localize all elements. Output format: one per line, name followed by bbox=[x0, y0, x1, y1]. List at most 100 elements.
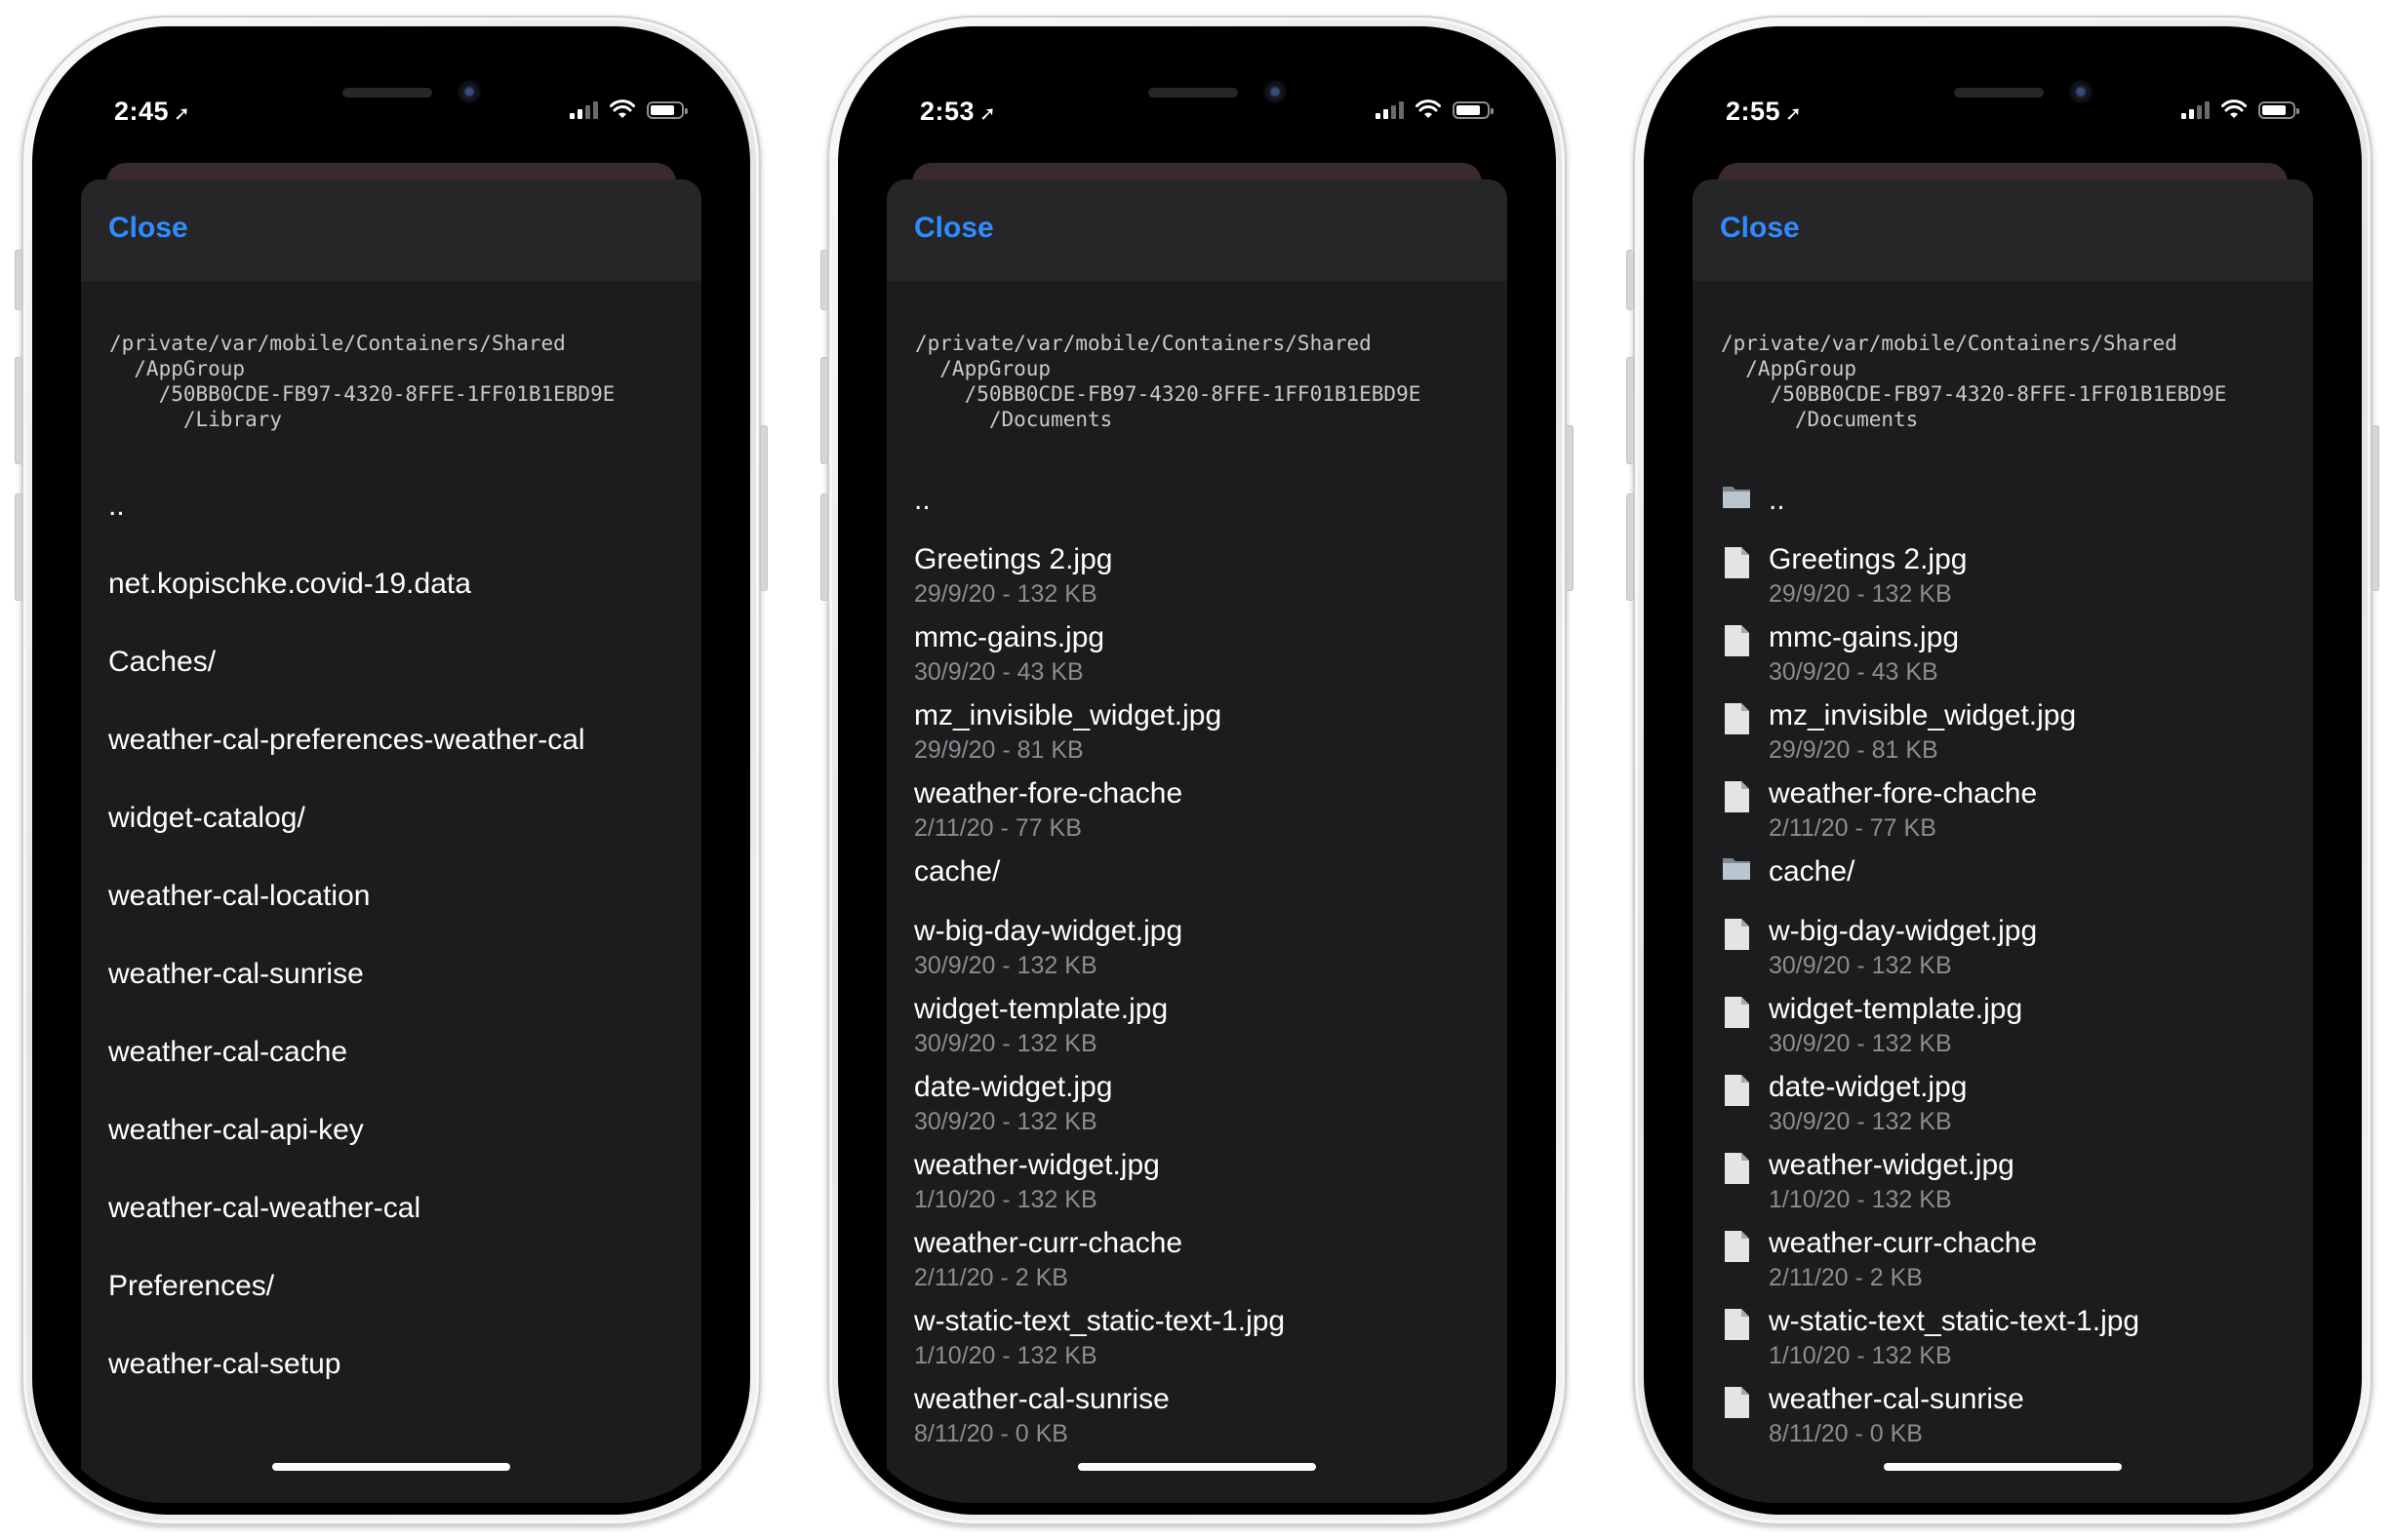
entry-name: cache/ bbox=[1769, 855, 1855, 888]
path-line: /50BB0CDE-FB97-4320-8FFE-1FF01B1EBD9E bbox=[1721, 382, 2227, 406]
volume-down-button bbox=[15, 494, 22, 601]
list-item[interactable]: Preferences/ bbox=[108, 1264, 682, 1342]
entry-name: Greetings 2.jpg bbox=[914, 543, 1113, 575]
file-row[interactable]: date-widget.jpg 30/9/20 - 132 KB bbox=[1720, 1069, 2293, 1147]
phone-library: 2:45 ➚ Close /private/var/mobile/Containe… bbox=[15, 16, 768, 1525]
directory-path: /private/var/mobile/Containers/Shared /A… bbox=[109, 331, 615, 432]
battery-icon bbox=[2258, 101, 2299, 119]
list-item[interactable]: weather-cal-cache bbox=[108, 1030, 682, 1108]
file-icon bbox=[1720, 1225, 1753, 1262]
path-line: /private/var/mobile/Containers/Shared bbox=[915, 332, 1372, 355]
folder-icon bbox=[1720, 853, 1753, 890]
entry-name: .. bbox=[914, 484, 931, 516]
home-indicator[interactable] bbox=[1884, 1463, 2122, 1471]
home-indicator[interactable] bbox=[272, 1463, 510, 1471]
file-row[interactable]: weather-curr-chache 2/11/20 - 2 KB bbox=[1720, 1225, 2293, 1303]
file-row[interactable]: weather-cal-sunrise 8/11/20 - 0 KB bbox=[914, 1381, 1488, 1459]
phone-documents-with-icons: 2:55 ➚ Close /private/var/mobile/Containe… bbox=[1626, 16, 2379, 1525]
status-bar: 2:45 ➚ bbox=[44, 38, 738, 165]
parent-directory-row[interactable]: .. bbox=[108, 484, 682, 562]
entry-name: weather-cal-setup bbox=[108, 1348, 341, 1380]
home-indicator[interactable] bbox=[1078, 1463, 1316, 1471]
list-item[interactable]: weather-cal-preferences-weather-cal bbox=[108, 718, 682, 796]
file-row[interactable]: mmc-gains.jpg 30/9/20 - 43 KB bbox=[1720, 619, 2293, 697]
file-row[interactable]: mmc-gains.jpg 30/9/20 - 43 KB bbox=[914, 619, 1488, 697]
list-item[interactable]: weather-cal-sunrise bbox=[108, 952, 682, 1030]
file-row[interactable]: weather-fore-chache 2/11/20 - 77 KB bbox=[914, 775, 1488, 853]
entry-meta: 1/10/20 - 132 KB bbox=[914, 1342, 1097, 1369]
battery-icon bbox=[647, 101, 688, 119]
entry-meta: 29/9/20 - 81 KB bbox=[1769, 736, 1938, 764]
file-row[interactable]: weather-widget.jpg 1/10/20 - 132 KB bbox=[1720, 1147, 2293, 1225]
file-row[interactable]: weather-curr-chache 2/11/20 - 2 KB bbox=[914, 1225, 1488, 1303]
entry-name: weather-widget.jpg bbox=[914, 1149, 1160, 1181]
volume-up-button bbox=[15, 357, 22, 464]
entry-meta: 8/11/20 - 0 KB bbox=[1769, 1420, 1923, 1447]
cellular-signal-icon bbox=[570, 99, 598, 119]
wifi-icon bbox=[2221, 99, 2247, 118]
entry-name: weather-cal-location bbox=[108, 880, 371, 912]
close-button[interactable]: Close bbox=[914, 212, 994, 245]
entry-name: .. bbox=[108, 490, 125, 522]
path-line: /AppGroup bbox=[1721, 357, 1857, 380]
entry-name: mz_invisible_widget.jpg bbox=[1769, 699, 2077, 731]
parent-directory-row[interactable]: .. bbox=[1720, 482, 2293, 541]
entry-name: w-big-day-widget.jpg bbox=[1769, 915, 2038, 947]
file-row[interactable]: mz_invisible_widget.jpg 29/9/20 - 81 KB bbox=[914, 697, 1488, 775]
entry-name: weather-cal-weather-cal bbox=[108, 1192, 421, 1224]
location-arrow-icon: ➚ bbox=[174, 103, 191, 125]
entry-name: w-static-text_static-text-1.jpg bbox=[914, 1305, 1286, 1337]
entry-meta: 30/9/20 - 132 KB bbox=[914, 952, 1097, 979]
list-item[interactable]: net.kopischke.covid-19.data bbox=[108, 562, 682, 640]
file-icon bbox=[1720, 775, 1753, 812]
entry-meta: 2/11/20 - 77 KB bbox=[914, 814, 1082, 842]
close-button[interactable]: Close bbox=[1720, 212, 1800, 245]
file-row[interactable]: weather-widget.jpg 1/10/20 - 132 KB bbox=[914, 1147, 1488, 1225]
file-row[interactable]: w-big-day-widget.jpg 30/9/20 - 132 KB bbox=[914, 913, 1488, 991]
entry-name: net.kopischke.covid-19.data bbox=[108, 568, 471, 600]
file-row[interactable]: w-static-text_static-text-1.jpg 1/10/20 -… bbox=[1720, 1303, 2293, 1381]
file-list: .. Greetings 2.jpg 29/9/20 - 132 KB mmc-g… bbox=[1720, 482, 2293, 1459]
file-row[interactable]: w-static-text_static-text-1.jpg 1/10/20 -… bbox=[914, 1303, 1488, 1381]
entry-name: w-big-day-widget.jpg bbox=[914, 915, 1183, 947]
file-row[interactable]: widget-template.jpg 30/9/20 - 132 KB bbox=[1720, 991, 2293, 1069]
phone-documents-no-icons: 2:53 ➚ Close /private/var/mobile/Containe… bbox=[820, 16, 1574, 1525]
directory-path: /private/var/mobile/Containers/Shared /A… bbox=[1721, 331, 2226, 432]
status-icons bbox=[570, 99, 688, 119]
file-row[interactable]: mz_invisible_widget.jpg 29/9/20 - 81 KB bbox=[1720, 697, 2293, 775]
list-item[interactable]: weather-cal-location bbox=[108, 874, 682, 952]
folder-icon bbox=[1720, 482, 1753, 519]
file-row[interactable]: weather-cal-sunrise 8/11/20 - 0 KB bbox=[1720, 1381, 2293, 1459]
file-row[interactable]: Greetings 2.jpg 29/9/20 - 132 KB bbox=[914, 541, 1488, 619]
parent-directory-row[interactable]: .. bbox=[914, 482, 1488, 541]
entry-name: mmc-gains.jpg bbox=[1769, 621, 1960, 653]
entry-name: weather-cal-sunrise bbox=[1769, 1383, 2024, 1415]
file-row[interactable]: w-big-day-widget.jpg 30/9/20 - 132 KB bbox=[1720, 913, 2293, 991]
folder-row[interactable]: cache/ bbox=[914, 853, 1488, 913]
entry-name: Caches/ bbox=[108, 646, 217, 678]
side-button bbox=[820, 250, 828, 310]
battery-icon bbox=[1453, 101, 1494, 119]
power-button bbox=[1566, 425, 1574, 591]
entry-name: weather-curr-chache bbox=[914, 1227, 1183, 1259]
list-item[interactable]: widget-catalog/ bbox=[108, 796, 682, 874]
folder-row[interactable]: cache/ bbox=[1720, 853, 2293, 913]
list-item[interactable]: weather-cal-weather-cal bbox=[108, 1186, 682, 1264]
entry-name: Preferences/ bbox=[108, 1270, 275, 1302]
cellular-signal-icon bbox=[1375, 99, 1404, 119]
file-row[interactable]: weather-fore-chache 2/11/20 - 77 KB bbox=[1720, 775, 2293, 853]
close-button[interactable]: Close bbox=[108, 212, 188, 245]
file-row[interactable]: Greetings 2.jpg 29/9/20 - 132 KB bbox=[1720, 541, 2293, 619]
entry-name: weather-widget.jpg bbox=[1769, 1149, 2014, 1181]
location-arrow-icon: ➚ bbox=[1785, 103, 1803, 125]
navbar: Close bbox=[887, 179, 1507, 281]
file-row[interactable]: widget-template.jpg 30/9/20 - 132 KB bbox=[914, 991, 1488, 1069]
file-icon bbox=[1720, 1147, 1753, 1184]
list-item[interactable]: Caches/ bbox=[108, 640, 682, 718]
path-line: /AppGroup bbox=[915, 357, 1052, 380]
file-row[interactable]: date-widget.jpg 30/9/20 - 132 KB bbox=[914, 1069, 1488, 1147]
list-item[interactable]: weather-cal-api-key bbox=[108, 1108, 682, 1186]
list-item[interactable]: weather-cal-setup bbox=[108, 1342, 682, 1420]
side-button bbox=[1626, 250, 1634, 310]
path-line: /private/var/mobile/Containers/Shared bbox=[1721, 332, 2177, 355]
